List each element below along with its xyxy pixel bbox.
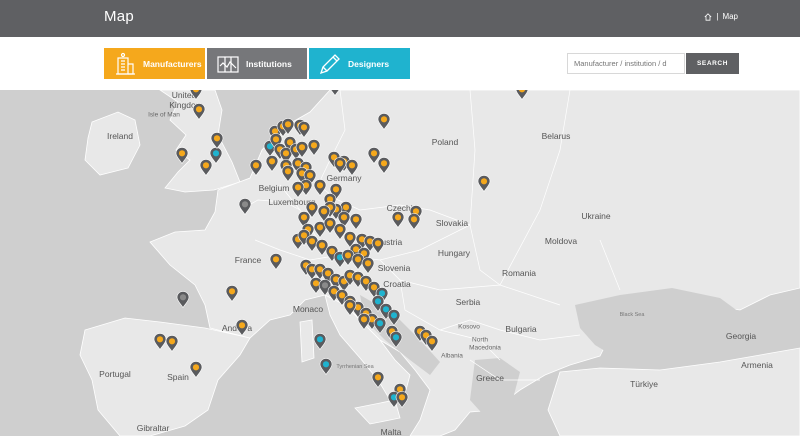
- manufacturer-map-marker[interactable]: [395, 391, 409, 408]
- manufacturer-map-marker[interactable]: [391, 211, 405, 228]
- map-label: Monaco: [292, 304, 324, 314]
- manufacturer-map-marker[interactable]: [225, 285, 239, 302]
- map-label: Romania: [501, 268, 537, 278]
- designer-map-marker[interactable]: [389, 331, 403, 348]
- breadcrumb-item-map[interactable]: Map: [722, 12, 738, 21]
- manufacturer-map-marker[interactable]: [189, 90, 203, 100]
- manufacturer-map-marker[interactable]: [515, 90, 529, 100]
- manufacturer-map-marker[interactable]: [377, 157, 391, 174]
- manufacturer-map-marker[interactable]: [345, 159, 359, 176]
- manufacturer-map-marker[interactable]: [235, 319, 249, 336]
- manufacturer-map-marker[interactable]: [192, 103, 206, 120]
- map-label: Slovakia: [435, 218, 469, 228]
- pencil-icon: [317, 52, 343, 76]
- institutions-filter-button[interactable]: Institutions: [207, 48, 307, 79]
- map-label: Ukraine: [581, 211, 611, 221]
- map-label: Malta: [380, 427, 402, 436]
- manufacturer-map-marker[interactable]: [269, 253, 283, 270]
- map-label: Gibraltar: [136, 423, 170, 433]
- manufacturer-map-marker[interactable]: [297, 121, 311, 138]
- map-label: France: [234, 255, 262, 265]
- designer-map-marker[interactable]: [319, 358, 333, 375]
- map-label: Portugal: [99, 369, 131, 379]
- manufacturer-map-marker[interactable]: [407, 213, 421, 230]
- breadcrumb-separator: |: [716, 12, 719, 21]
- institution-map-marker[interactable]: [176, 291, 190, 308]
- map-label: Macedonia: [469, 344, 501, 352]
- manufacturer-map-marker[interactable]: [425, 335, 439, 352]
- manufacturers-label: Manufacturers: [143, 58, 202, 69]
- map-label: Serbia: [455, 297, 481, 307]
- filter-bar: Manufacturers Institutions Designers SEA…: [0, 37, 800, 90]
- manufacturer-map-marker[interactable]: [265, 155, 279, 172]
- designer-map-marker[interactable]: [387, 309, 401, 326]
- map-label: Bulgaria: [505, 324, 537, 334]
- map-label: Türkiye: [630, 379, 658, 389]
- map-label: Belarus: [541, 131, 571, 141]
- map-label: Moldova: [544, 236, 578, 246]
- manufacturer-map-marker[interactable]: [329, 90, 342, 96]
- manufacturer-map-marker[interactable]: [281, 165, 295, 182]
- map-label: Tyrrhenian Sea: [336, 364, 374, 370]
- manufacturer-map-marker[interactable]: [291, 181, 305, 198]
- map-label: North: [472, 336, 488, 344]
- map-label: Greece: [476, 373, 504, 383]
- map-label: Kosovo: [458, 323, 480, 331]
- manufacturer-map-marker[interactable]: [307, 139, 321, 156]
- breadcrumb: | Map: [704, 12, 738, 21]
- institutions-label: Institutions: [246, 58, 292, 69]
- designers-filter-button[interactable]: Designers: [309, 48, 410, 79]
- home-icon[interactable]: [704, 12, 712, 21]
- institution-map-marker[interactable]: [238, 198, 252, 215]
- manufacturer-map-marker[interactable]: [343, 299, 357, 316]
- manufacturer-map-marker[interactable]: [249, 159, 263, 176]
- designers-label: Designers: [348, 58, 390, 69]
- map-view[interactable]: United Kingdom Isle of Man Ireland Belgium Lu…: [0, 90, 800, 436]
- manufacturer-map-marker[interactable]: [357, 313, 371, 330]
- manufacturer-map-marker[interactable]: [371, 371, 385, 388]
- map-label: Ireland: [107, 131, 133, 141]
- manufacturer-map-marker[interactable]: [189, 361, 203, 378]
- map-label: Black Sea: [619, 312, 645, 318]
- manufacturer-map-marker[interactable]: [175, 147, 189, 164]
- manufacturer-map-marker[interactable]: [199, 159, 213, 176]
- page-title: Map: [104, 8, 135, 25]
- manufacturer-map-marker[interactable]: [477, 175, 491, 192]
- manufacturer-map-marker[interactable]: [371, 237, 385, 254]
- map-label: Armenia: [741, 360, 773, 370]
- manufacturer-map-marker[interactable]: [165, 335, 179, 352]
- manufacturer-map-marker[interactable]: [377, 113, 391, 130]
- building-icon: [112, 52, 138, 76]
- map-icon: [215, 52, 241, 76]
- search-input[interactable]: [567, 53, 685, 74]
- manufacturer-map-marker[interactable]: [210, 132, 224, 149]
- manufacturer-map-marker[interactable]: [349, 213, 363, 230]
- map-label: Spain: [167, 372, 189, 382]
- map-label: Hungary: [437, 248, 471, 258]
- map-label: Belgium: [258, 183, 290, 193]
- map-label: Slovenia: [377, 263, 411, 273]
- manufacturers-filter-button[interactable]: Manufacturers: [104, 48, 205, 79]
- top-bar: Map | Map: [0, 0, 800, 37]
- search-button[interactable]: SEARCH: [686, 53, 739, 74]
- designer-map-marker[interactable]: [313, 333, 327, 350]
- map-label: Albania: [441, 352, 463, 360]
- map-label: Isle of Man: [148, 111, 180, 119]
- map-label: Poland: [431, 137, 459, 147]
- map-label: Georgia: [725, 331, 757, 341]
